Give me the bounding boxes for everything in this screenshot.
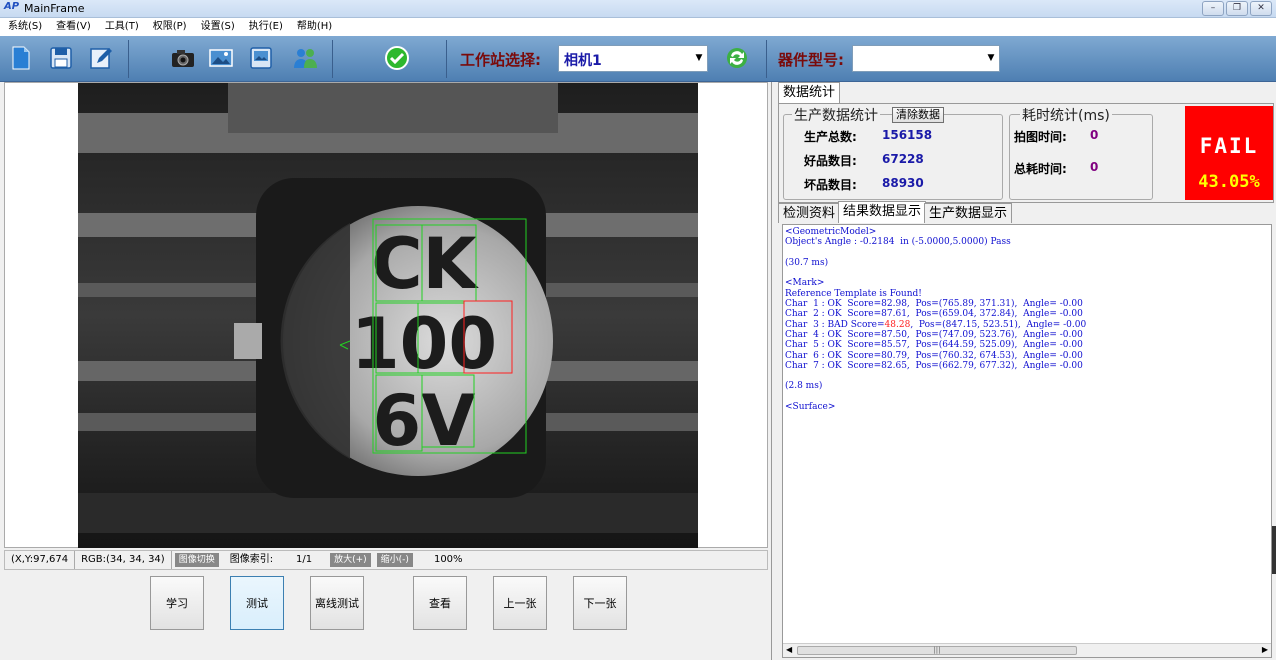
capture-time-value: 0 <box>1090 128 1099 142</box>
result-log: <GeometricModel> Object's Angle : -0.218… <box>785 227 1087 413</box>
scroll-left-icon[interactable]: ◀ <box>786 645 792 654</box>
scroll-right-icon[interactable]: ▶ <box>1262 645 1268 654</box>
good-count-value: 67228 <box>882 152 924 166</box>
cursor-coords: (X,Y:97,674 <box>5 551 76 569</box>
image-index-value: 1/1 <box>296 554 313 565</box>
zoom-in-button[interactable]: 放大(+) <box>330 553 371 567</box>
camera-image[interactable]: CK 100 6V <box>78 83 698 548</box>
stats-panel: 生产数据统计 清除数据 生产总数: 156158 好品数目: 67228 坏品数… <box>778 103 1274 203</box>
result-status: FAIL <box>1199 134 1259 158</box>
tab-inspection-info[interactable]: 检测资料 <box>778 203 841 223</box>
image-save-icon[interactable] <box>246 43 276 73</box>
app-icon: AP <box>4 1 20 12</box>
check-icon[interactable] <box>382 43 412 73</box>
result-badge: FAIL 43.05% <box>1185 106 1273 200</box>
menu-permission[interactable]: 权限(P) <box>153 18 187 36</box>
refresh-icon[interactable] <box>722 43 752 73</box>
good-count-label: 好品数目: <box>804 154 857 168</box>
total-time-label: 总耗时间: <box>1014 162 1067 176</box>
tab-data-stats[interactable]: 数据统计 <box>778 82 841 104</box>
total-count-label: 生产总数: <box>804 130 857 144</box>
status-bar: (X,Y:97,674 RGB:(34, 34, 34) 图像切换 图像索引: … <box>4 550 768 570</box>
clear-data-button[interactable]: 清除数据 <box>892 107 944 123</box>
station-value: 相机1 <box>564 53 602 69</box>
station-select[interactable]: 相机1 ▼ <box>558 45 708 72</box>
production-stats-group: 生产数据统计 清除数据 生产总数: 156158 好品数目: 67228 坏品数… <box>783 105 1003 200</box>
rgb-readout: RGB:(34, 34, 34) <box>75 551 172 569</box>
window-title: MainFrame <box>24 2 85 15</box>
menu-execute[interactable]: 执行(E) <box>249 18 283 36</box>
toolbar: 工作站选择: 相机1 ▼ 器件型号: ▼ <box>0 36 1276 82</box>
side-grip[interactable] <box>1272 526 1276 574</box>
edit-icon[interactable] <box>86 43 116 73</box>
menu-settings[interactable]: 设置(S) <box>201 18 235 36</box>
image-index-label: 图像索引: <box>229 554 274 565</box>
image-switch-button[interactable]: 图像切换 <box>174 553 219 567</box>
menu-system[interactable]: 系统(S) <box>8 18 42 36</box>
total-count-value: 156158 <box>882 128 933 142</box>
save-icon[interactable] <box>46 43 76 73</box>
horizontal-scrollbar[interactable]: ◀ ||| ▶ <box>783 643 1271 657</box>
next-image-button[interactable]: 下一张 <box>573 576 627 630</box>
capture-time-label: 拍图时间: <box>1014 130 1067 144</box>
menu-view[interactable]: 查看(V) <box>56 18 91 36</box>
bad-count-label: 坏品数目: <box>804 178 857 192</box>
image-pane: CK 100 6V (X,Y:97,674 RGB:(34, 34, 34) 图… <box>0 82 772 660</box>
image-icon[interactable] <box>206 43 236 73</box>
open-file-icon[interactable] <box>6 43 36 73</box>
mark-line-3: 6V <box>373 380 476 462</box>
view-button[interactable]: 查看 <box>413 576 467 630</box>
tab-production-data[interactable]: 生产数据显示 <box>924 203 1013 223</box>
zoom-value: 100% <box>433 554 463 565</box>
result-text-area[interactable]: <GeometricModel> Object's Angle : -0.218… <box>782 224 1272 658</box>
image-viewer[interactable]: CK 100 6V <box>4 82 768 548</box>
title-bar: AP MainFrame – ❐ ✕ <box>0 0 1276 18</box>
production-stats-title: 生产数据统计 <box>792 105 880 125</box>
menu-bar: 系统(S) 查看(V) 工具(T) 权限(P) 设置(S) 执行(E) 帮助(H… <box>0 18 1276 36</box>
minimize-button[interactable]: – <box>1202 1 1224 16</box>
total-time-value: 0 <box>1090 160 1099 174</box>
timing-stats-title: 耗时统计(ms) <box>1020 105 1112 125</box>
close-button[interactable]: ✕ <box>1250 1 1272 16</box>
offline-test-button[interactable]: 离线测试 <box>310 576 364 630</box>
menu-help[interactable]: 帮助(H) <box>297 18 332 36</box>
maximize-button[interactable]: ❐ <box>1226 1 1248 16</box>
learn-button[interactable]: 学习 <box>150 576 204 630</box>
device-select[interactable]: ▼ <box>852 45 1000 72</box>
tab-result-data[interactable]: 结果数据显示 <box>838 201 927 223</box>
mark-line-1: CK <box>371 223 479 305</box>
chevron-down-icon: ▼ <box>695 53 703 63</box>
camera-icon[interactable] <box>168 43 198 73</box>
prev-image-button[interactable]: 上一张 <box>493 576 547 630</box>
data-pane: 数据统计 生产数据统计 清除数据 生产总数: 156158 好品数目: 6722… <box>774 82 1276 660</box>
test-button[interactable]: 测试 <box>230 576 284 630</box>
device-label: 器件型号: <box>778 51 844 69</box>
users-icon[interactable] <box>290 43 320 73</box>
chevron-down-icon: ▼ <box>987 53 995 63</box>
bad-score: 48.28 <box>884 319 911 330</box>
result-percent: 43.05% <box>1198 172 1260 192</box>
menu-tools[interactable]: 工具(T) <box>105 18 139 36</box>
bad-count-value: 88930 <box>882 176 924 190</box>
timing-stats-group: 耗时统计(ms) 拍图时间: 0 总耗时间: 0 <box>1009 105 1153 200</box>
station-label: 工作站选择: <box>460 51 541 69</box>
zoom-out-button[interactable]: 缩小(-) <box>376 553 413 567</box>
scroll-thumb[interactable]: ||| <box>797 646 1077 655</box>
